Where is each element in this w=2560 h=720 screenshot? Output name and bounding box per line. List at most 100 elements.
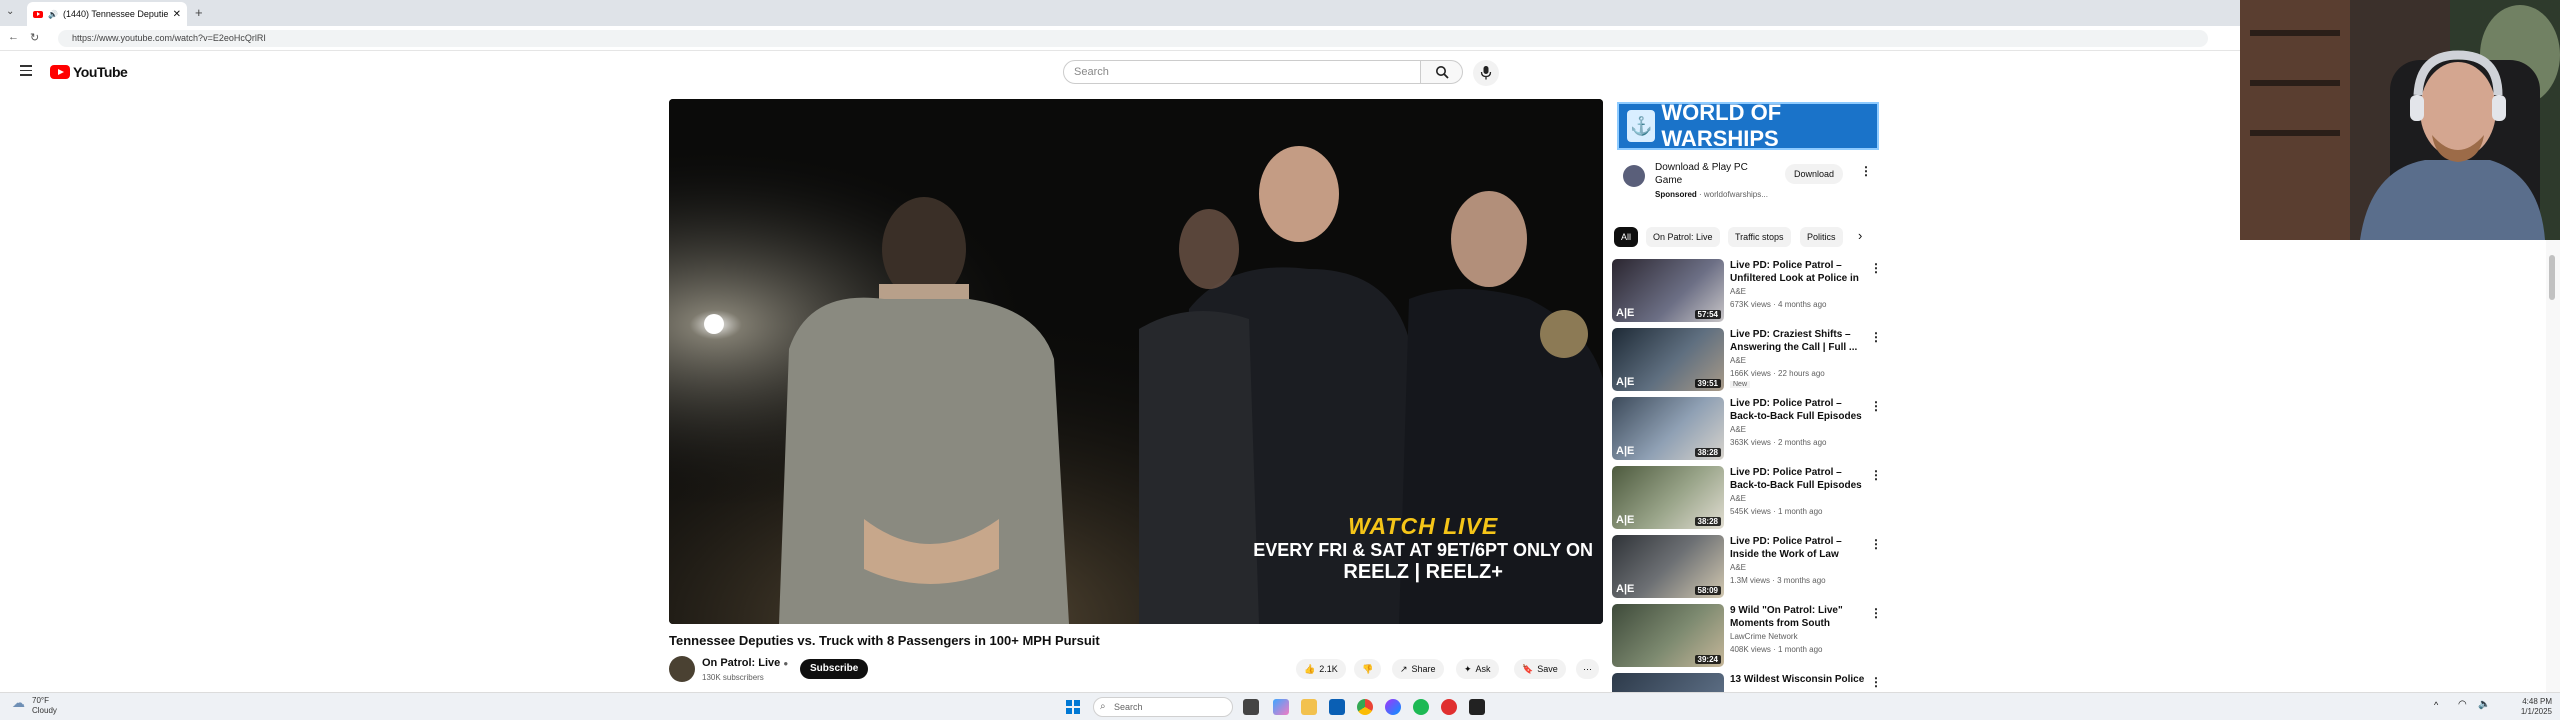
duration-badge: 58:09 — [1694, 586, 1721, 595]
page-scrollbar[interactable] — [2546, 240, 2560, 692]
task-view-icon[interactable] — [1243, 699, 1259, 715]
rec-meta: 673K views · 4 months ago — [1730, 300, 1827, 309]
weather-widget[interactable]: 70°F Cloudy ☁ — [10, 696, 57, 716]
save-button[interactable]: 🔖 Save — [1514, 659, 1566, 679]
video-thumbnail[interactable]: A|E 39:51 — [1612, 328, 1724, 391]
volume-icon[interactable]: 🔈 — [2478, 699, 2490, 710]
video-thumbnail[interactable]: A|E 38:28 — [1612, 397, 1724, 460]
subscribe-button[interactable]: Subscribe — [800, 659, 869, 679]
ad-more-icon[interactable]: ⋮ — [1860, 164, 1872, 178]
more-actions-button[interactable]: ⋯ — [1576, 659, 1599, 679]
overlay-line3: REELZ | REELZ+ — [1343, 561, 1503, 583]
ae-logo: A|E — [1616, 307, 1635, 319]
taskbar-search[interactable]: ⌕ Search — [1093, 697, 1233, 717]
more-vertical-icon[interactable]: ⋮ — [1870, 399, 1882, 413]
voice-search-button[interactable] — [1473, 60, 1499, 86]
refresh-icon[interactable]: ↻ — [30, 31, 39, 44]
search-button[interactable] — [1421, 60, 1463, 84]
windows-start-icon[interactable] — [1066, 700, 1080, 714]
list-item[interactable]: A|E 38:28 Live PD: Police Patrol – Back-… — [1612, 466, 1882, 532]
dislike-button[interactable]: 👎 — [1354, 659, 1382, 679]
tab-title: (1440) Tennessee Deputies vs. ... — [62, 9, 168, 19]
channel-avatar[interactable] — [669, 656, 695, 682]
outlook-icon[interactable] — [1329, 699, 1345, 715]
rec-title: Live PD: Police Patrol – Back-to-Back Fu… — [1730, 467, 1862, 491]
list-item[interactable]: 39:24 9 Wild "On Patrol: Live" Moments f… — [1612, 604, 1882, 670]
back-icon[interactable]: ← — [8, 31, 19, 43]
more-vertical-icon[interactable]: ⋮ — [1870, 675, 1882, 689]
wifi-icon[interactable]: ◠ — [2458, 699, 2467, 710]
rec-channel: A&E — [1730, 494, 1747, 503]
cloud-icon: ☁ — [12, 695, 25, 710]
video-thumbnail[interactable]: A|E 57:54 — [1612, 259, 1724, 322]
video-thumbnail[interactable]: A|E 58:09 — [1612, 535, 1724, 598]
rec-channel: A&E — [1730, 287, 1747, 296]
duration-badge: 39:24 — [1694, 655, 1721, 664]
spotify-icon[interactable] — [1413, 699, 1429, 715]
search-input[interactable]: Search — [1063, 60, 1421, 84]
more-vertical-icon[interactable]: ⋮ — [1870, 330, 1882, 344]
promo-overlay: WATCH LIVE EVERY FRI & SAT AT 9ET/6PT ON… — [1253, 513, 1593, 584]
chip-traffic-stops[interactable]: Traffic stops — [1728, 227, 1791, 247]
rec-title: Live PD: Craziest Shifts – Answering the… — [1730, 329, 1858, 353]
rec-meta: 166K views · 22 hours ago — [1730, 369, 1825, 378]
browser-toolbar: ← ↻ https://www.youtube.com/watch?v=E2eo… — [0, 26, 2240, 51]
list-item[interactable]: 13 Wildest Wisconsin Police ⋮ — [1612, 673, 1882, 692]
channel-name-text: On Patrol: Live — [702, 657, 781, 669]
more-vertical-icon[interactable]: ⋮ — [1870, 261, 1882, 275]
chip-all[interactable]: All — [1614, 227, 1639, 247]
share-button[interactable]: ↗ Share — [1392, 659, 1444, 679]
like-button[interactable]: 👍 2.1K — [1296, 659, 1346, 679]
rec-channel: LawCrime Network — [1730, 632, 1798, 641]
close-tab-icon[interactable]: ✕ — [173, 9, 181, 20]
chip-on-patrol-live[interactable]: On Patrol: Live — [1646, 227, 1720, 247]
youtube-logo[interactable]: YouTube — [50, 64, 128, 80]
ad-banner-text: WORLD OF WARSHIPS — [1661, 100, 1782, 151]
list-item[interactable]: A|E 58:09 Live PD: Police Patrol – Insid… — [1612, 535, 1882, 601]
new-badge: New — [1730, 381, 1751, 388]
ask-button[interactable]: ✦ Ask — [1456, 659, 1499, 679]
search-placeholder: Search — [1074, 66, 1109, 78]
ad-download-button[interactable]: Download — [1785, 164, 1844, 184]
scrollbar-thumb[interactable] — [2549, 255, 2555, 300]
messenger-icon[interactable] — [1385, 699, 1401, 715]
save-label: Save — [1537, 664, 1558, 674]
more-vertical-icon[interactable]: ⋮ — [1870, 468, 1882, 482]
address-bar[interactable]: https://www.youtube.com/watch?v=E2eoHcQr… — [58, 30, 2208, 47]
chip-politics[interactable]: Politics — [1800, 227, 1843, 247]
more-vertical-icon[interactable]: ⋮ — [1870, 537, 1882, 551]
menu-icon[interactable] — [20, 65, 32, 76]
chips-next-icon[interactable]: › — [1858, 228, 1862, 243]
chrome-icon[interactable] — [1357, 699, 1373, 715]
ad-headline: Download & Play PC Game — [1655, 162, 1748, 186]
tray-chevron-icon[interactable]: ^ — [2434, 700, 2438, 710]
clock-time: 4:48 PM — [2522, 697, 2552, 706]
video-thumbnail[interactable] — [1612, 673, 1724, 692]
new-tab-button[interactable]: + — [195, 5, 203, 20]
list-item[interactable]: A|E 38:28 Live PD: Police Patrol – Back-… — [1612, 397, 1882, 463]
taskbar: 70°F Cloudy ☁ ⌕ Search ^ ◠ 🔈 4:48 PM 1/1… — [0, 692, 2560, 720]
url-text: https://www.youtube.com/watch?v=E2eoHcQr… — [72, 33, 266, 43]
video-player[interactable]: WATCH LIVE EVERY FRI & SAT AT 9ET/6PT ON… — [669, 99, 1603, 624]
youtube-logo-text: YouTube — [73, 64, 128, 80]
browser-tab-active[interactable]: 🔊 (1440) Tennessee Deputies vs. ... ✕ — [27, 2, 187, 26]
video-thumbnail[interactable]: 39:24 — [1612, 604, 1724, 667]
file-explorer-icon[interactable] — [1301, 699, 1317, 715]
list-item[interactable]: A|E 57:54 Live PD: Police Patrol – Unfil… — [1612, 259, 1882, 325]
ad-banner[interactable]: ⚓ WORLD OF WARSHIPS — [1617, 100, 1879, 151]
ae-logo: A|E — [1616, 583, 1635, 595]
app-red-icon[interactable] — [1441, 699, 1457, 715]
rec-title: Live PD: Police Patrol – Inside the Work… — [1730, 536, 1842, 560]
channel-name[interactable]: On Patrol: Live ● — [702, 657, 788, 669]
more-vertical-icon[interactable]: ⋮ — [1870, 606, 1882, 620]
copilot-icon[interactable] — [1273, 699, 1289, 715]
more-horizontal-icon: ⋯ — [1583, 664, 1592, 674]
rec-meta: 408K views · 1 month ago — [1730, 645, 1823, 654]
system-clock[interactable]: 4:48 PM 1/1/2025 — [2521, 697, 2552, 717]
list-item[interactable]: A|E 39:51 Live PD: Craziest Shifts – Ans… — [1612, 328, 1882, 394]
thumbs-up-icon: 👍 — [1304, 664, 1316, 674]
rec-title: Live PD: Police Patrol – Back-to-Back Fu… — [1730, 398, 1862, 422]
video-thumbnail[interactable]: A|E 38:28 — [1612, 466, 1724, 529]
obs-icon[interactable] — [1469, 699, 1485, 715]
tab-list-button[interactable]: ⌄ — [6, 6, 20, 20]
